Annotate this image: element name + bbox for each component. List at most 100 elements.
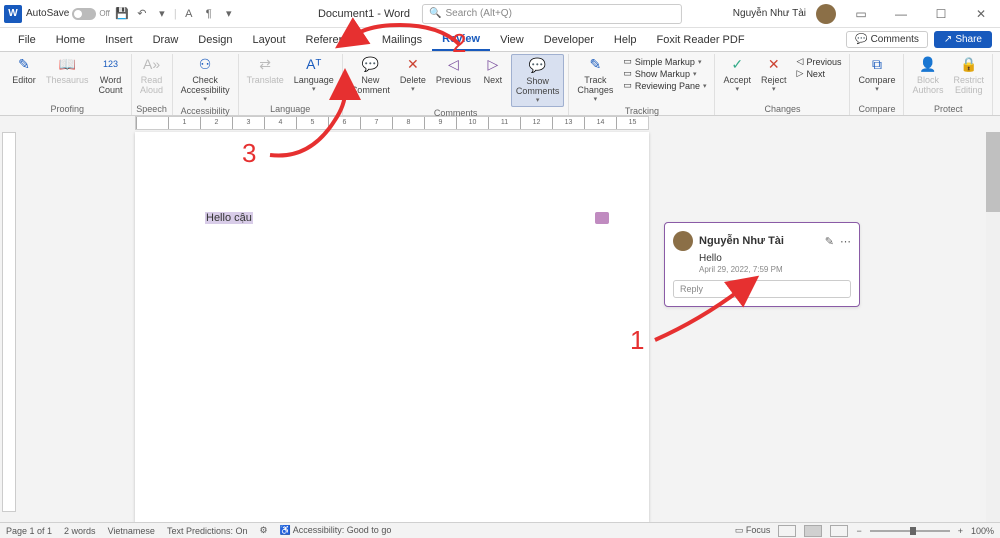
compare-button[interactable]: ⧉Compare▾ (854, 54, 899, 96)
accept-button[interactable]: ✓Accept▾ (719, 54, 755, 96)
more-icon[interactable]: ▾ (221, 6, 237, 22)
delete-comment-icon: ✕ (404, 56, 422, 74)
accept-icon: ✓ (728, 56, 746, 74)
search-input[interactable]: 🔍 Search (Alt+Q) (422, 4, 682, 24)
markup-dropdown[interactable]: ▭Simple Markup▾ (623, 56, 706, 67)
tab-developer[interactable]: Developer (534, 30, 604, 50)
group-accessibility: ⚇Check Accessibility▾ Accessibility (173, 54, 239, 115)
font-icon[interactable]: A (181, 6, 197, 22)
document-area: Hello cậu (0, 132, 1000, 522)
focus-mode-button[interactable]: ▭ Focus (735, 525, 771, 536)
group-language: ⇄Translate AᵀLanguage▾ Language (239, 54, 343, 115)
display-settings-icon[interactable]: ⚙ (259, 525, 267, 536)
read-aloud-button[interactable]: A»Read Aloud (136, 54, 168, 98)
user-name-label: Nguyễn Như Tài (733, 8, 806, 19)
check-accessibility-button[interactable]: ⚇Check Accessibility▾ (177, 54, 234, 105)
search-icon: 🔍 (429, 8, 441, 19)
thesaurus-button[interactable]: 📖Thesaurus (42, 54, 93, 88)
language-status[interactable]: Vietnamese (108, 526, 155, 536)
save-icon[interactable]: 💾 (114, 6, 130, 22)
group-proofing: ✎Editor 📖Thesaurus 123Word Count Proofin… (4, 54, 132, 115)
next-change-button[interactable]: ▷Next (797, 68, 842, 79)
maximize-button[interactable]: ☐ (926, 4, 956, 24)
tab-design[interactable]: Design (188, 30, 242, 50)
document-page[interactable]: Hello cậu (135, 132, 649, 522)
tab-draw[interactable]: Draw (143, 30, 189, 50)
comment-date: April 29, 2022, 7:59 PM (699, 265, 851, 274)
ruler-area: 123456789101112131415 (0, 116, 1000, 132)
language-button[interactable]: AᵀLanguage▾ (290, 54, 338, 96)
next-icon: ▷ (484, 56, 502, 74)
tab-help[interactable]: Help (604, 30, 647, 50)
reply-input[interactable]: Reply (673, 280, 851, 298)
thesaurus-icon: 📖 (58, 56, 76, 74)
reject-button[interactable]: ✕Reject▾ (757, 54, 791, 96)
comment-indicator-icon[interactable] (595, 212, 609, 224)
tab-foxit[interactable]: Foxit Reader PDF (647, 30, 755, 50)
qat-more-icon[interactable]: ▾ (154, 6, 170, 22)
delete-comment-button[interactable]: ✕Delete▾ (396, 54, 430, 96)
word-count-icon: 123 (102, 56, 120, 74)
close-button[interactable]: ✕ (966, 4, 996, 24)
print-layout-button[interactable] (804, 525, 822, 537)
user-avatar[interactable] (816, 4, 836, 24)
word-count-status[interactable]: 2 words (64, 526, 96, 536)
prev-change-button[interactable]: ◁Previous (797, 56, 842, 67)
block-authors-icon: 👤 (919, 56, 937, 74)
tab-layout[interactable]: Layout (243, 30, 296, 50)
autosave-toggle[interactable]: AutoSave Off (26, 8, 110, 20)
accessibility-status[interactable]: ♿ Accessibility: Good to go (280, 525, 392, 536)
page-status[interactable]: Page 1 of 1 (6, 526, 52, 536)
language-icon: Aᵀ (305, 56, 323, 74)
tab-home[interactable]: Home (46, 30, 95, 50)
reviewing-pane-dropdown[interactable]: ▭Reviewing Pane▾ (623, 80, 706, 91)
zoom-level[interactable]: 100% (971, 526, 994, 536)
block-authors-button[interactable]: 👤Block Authors (908, 54, 947, 98)
new-comment-button[interactable]: 💬New Comment (347, 54, 394, 98)
ribbon-display-icon[interactable]: ▭ (846, 4, 876, 24)
previous-comment-button[interactable]: ◁Previous (432, 54, 475, 88)
minimize-button[interactable]: — (886, 4, 916, 24)
document-text[interactable]: Hello cậu (205, 212, 253, 224)
zoom-slider[interactable] (870, 530, 950, 532)
group-speech: A»Read Aloud Speech (132, 54, 173, 115)
comment-card[interactable]: Nguyễn Như Tài ✎ ⋯ Hello April 29, 2022,… (664, 222, 860, 307)
translate-button[interactable]: ⇄Translate (243, 54, 288, 88)
word-app-icon: W (4, 5, 22, 23)
predictions-status[interactable]: Text Predictions: On (167, 526, 248, 536)
paragraph-icon[interactable]: ¶ (201, 6, 217, 22)
word-count-button[interactable]: 123Word Count (95, 54, 127, 98)
zoom-out-button[interactable]: − (856, 526, 861, 536)
group-protect: 👤Block Authors 🔒Restrict Editing Protect (904, 54, 993, 115)
tab-view[interactable]: View (490, 30, 534, 50)
accessibility-icon: ⚇ (196, 56, 214, 74)
restrict-editing-button[interactable]: 🔒Restrict Editing (950, 54, 989, 98)
group-comments: 💬New Comment ✕Delete▾ ◁Previous ▷Next 💬S… (343, 54, 570, 115)
tab-references[interactable]: References (296, 30, 372, 50)
comment-text: Hello (699, 253, 851, 264)
tab-mailings[interactable]: Mailings (372, 30, 432, 50)
track-changes-button[interactable]: ✎Track Changes▾ (573, 54, 617, 105)
read-mode-button[interactable] (778, 525, 796, 537)
translate-icon: ⇄ (256, 56, 274, 74)
editor-button[interactable]: ✎Editor (8, 54, 40, 88)
tab-file[interactable]: File (8, 30, 46, 50)
comment-avatar (673, 231, 693, 251)
next-comment-button[interactable]: ▷Next (477, 54, 509, 88)
comment-more-icon[interactable]: ⋯ (840, 235, 851, 248)
group-changes: ✓Accept▾ ✕Reject▾ ◁Previous ▷Next Change… (715, 54, 850, 115)
tab-review[interactable]: Review (432, 29, 490, 51)
show-markup-dropdown[interactable]: ▭Show Markup▾ (623, 68, 706, 79)
vertical-scrollbar[interactable] (986, 132, 1000, 522)
vertical-ruler[interactable] (2, 132, 16, 512)
undo-icon[interactable]: ↶ (134, 6, 150, 22)
horizontal-ruler[interactable]: 123456789101112131415 (135, 116, 649, 130)
edit-comment-icon[interactable]: ✎ (825, 235, 834, 248)
show-comments-button[interactable]: 💬Show Comments▾ (511, 54, 565, 107)
web-layout-button[interactable] (830, 525, 848, 537)
zoom-in-button[interactable]: + (958, 526, 963, 536)
tab-insert[interactable]: Insert (95, 30, 143, 50)
share-button[interactable]: ↗ Share (934, 31, 992, 48)
ribbon-tabs: File Home Insert Draw Design Layout Refe… (0, 28, 1000, 52)
comments-button[interactable]: 💬 Comments (846, 31, 928, 48)
